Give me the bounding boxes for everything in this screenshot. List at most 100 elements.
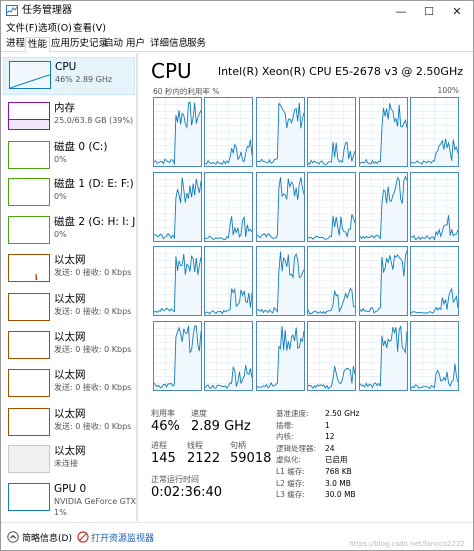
sidebar-thumbnail — [9, 61, 51, 89]
chevron-up-icon[interactable] — [7, 531, 19, 543]
logical-processor-graph — [358, 171, 408, 242]
tab-processes[interactable]: 进程 — [4, 37, 27, 52]
sidebar-divider — [137, 53, 138, 521]
util-label: 利用率 — [151, 409, 175, 418]
speed-value: 2.89 GHz — [191, 419, 251, 434]
sidebar-thumbnail — [8, 141, 50, 169]
sidebar-item[interactable]: CPU 46% 2.89 GHz — [3, 57, 135, 95]
spec-value: 3.0 MB — [325, 478, 351, 488]
sidebar-thumbnail — [8, 216, 50, 244]
spec-label: 虚拟化: — [276, 455, 302, 465]
logical-processor-graph — [358, 246, 408, 316]
logical-processor-graph — [358, 97, 408, 167]
sidebar-item[interactable]: 磁盘 2 (G: H: I: J:) 0% — [3, 213, 136, 251]
page-title: CPU — [151, 59, 192, 83]
tab-startup[interactable]: 启动 — [102, 37, 125, 52]
sidebar-item-value: 0% — [54, 230, 67, 239]
sidebar-item-label: 以太网 — [54, 408, 86, 420]
sidebar-thumbnail — [8, 254, 50, 282]
minimize-button[interactable]: — — [387, 1, 415, 21]
sidebar-item[interactable]: 磁盘 0 (C:) 0% — [3, 138, 135, 176]
sidebar-item-value: 0% — [54, 155, 67, 164]
handles-value: 59018 — [230, 451, 272, 466]
tab-details[interactable]: 详细信息 — [148, 37, 190, 52]
task-manager-window: 任务管理器 — ☐ ✕ 文件(F) 选项(O) 查看(V) 进程 性能 应用历史… — [0, 0, 474, 551]
logical-processor-graph — [204, 171, 254, 242]
sidebar-item[interactable]: 磁盘 1 (D: E: F:) 0% — [3, 175, 135, 213]
tab-bar: 进程 性能 应用历史记录 启动 用户 详细信息 服务 — [1, 37, 473, 53]
logical-processor-graph — [307, 320, 357, 391]
spec-value: 24 — [325, 443, 335, 453]
processes-label: 进程 — [151, 441, 167, 450]
spec-label: L2 缓存: — [276, 478, 305, 488]
maximize-button[interactable]: ☐ — [415, 1, 443, 21]
sidebar-item-label: 以太网 — [54, 293, 86, 305]
util-value: 46% — [151, 419, 180, 434]
tab-users[interactable]: 用户 — [124, 37, 147, 52]
util-axis-max: 100% — [437, 86, 459, 95]
sidebar-item-value: 发送: 0 接收: 0 Kbps — [54, 268, 132, 277]
sidebar-thumbnail — [8, 483, 50, 511]
sidebar-thumbnail — [8, 331, 50, 359]
sidebar-item-label: 磁盘 0 (C:) — [54, 141, 108, 153]
sidebar-item[interactable]: 以太网 发送: 0 接收: 0 Kbps — [3, 366, 135, 404]
spec-label: 逻辑处理器: — [276, 443, 317, 453]
logical-processor-graph — [307, 246, 357, 316]
logical-processor-graph — [358, 320, 408, 391]
spec-label: L1 缓存: — [276, 467, 305, 476]
menu-bar: 文件(F) 选项(O) 查看(V) — [1, 21, 473, 37]
sidebar-item[interactable]: GPU 0 NVIDIA GeForce GTX 1% — [3, 480, 136, 518]
logical-processor-graph — [153, 171, 202, 242]
logical-processor-graphs — [153, 97, 459, 391]
spec-label: 内核: — [276, 432, 294, 442]
sidebar-item-value: 发送: 0 接收: 0 Kbps — [54, 422, 132, 431]
tab-services[interactable]: 服务 — [185, 37, 208, 52]
tab-performance[interactable]: 性能 — [25, 37, 51, 53]
menu-options[interactable]: 选项(O) — [38, 21, 72, 37]
logical-processor-graph — [410, 320, 459, 391]
sidebar-item-value: 未连接 — [54, 459, 78, 468]
sidebar-item[interactable]: 以太网 发送: 0 接收: 0 Kbps — [3, 290, 135, 328]
sidebar-item[interactable]: 以太网发送: 0 接收: 0 Kbps — [3, 251, 135, 289]
threads-value: 2122 — [187, 451, 221, 466]
brief-info-link[interactable]: 简略信息(D) — [22, 531, 72, 544]
logical-processor-graph — [410, 246, 459, 316]
uptime-value: 0:02:36:40 — [151, 485, 223, 500]
close-button[interactable]: ✕ — [443, 1, 471, 21]
sidebar-item[interactable]: 以太网 发送: 0 接收: 0 Kbps — [3, 328, 135, 366]
cpu-model-name: Intel(R) Xeon(R) CPU E5-2678 v3 @ 2.50GH… — [217, 65, 463, 78]
sidebar-thumbnail — [8, 102, 50, 130]
resource-monitor-icon — [77, 531, 89, 543]
spec-value: 12 — [325, 432, 335, 442]
logical-processor-graph — [153, 320, 202, 391]
logical-processor-graph — [204, 320, 254, 391]
sidebar-thumbnail — [8, 178, 50, 206]
logical-processor-graph — [204, 246, 254, 316]
logical-processor-graph — [410, 171, 459, 242]
sidebar-item-label: 以太网 — [54, 445, 86, 457]
sidebar-item[interactable]: 以太网发送: 0 接收: 0 Kbps — [3, 405, 135, 443]
sidebar-item-label: 以太网 — [54, 254, 86, 266]
logical-processor-graph — [153, 246, 202, 316]
sidebar-item-value: 25.0/63.8 GB (39%) — [54, 116, 134, 125]
spec-label: 插槽: — [276, 420, 294, 430]
sidebar-item[interactable]: 以太网 未连接 — [3, 442, 135, 480]
sidebar-item[interactable]: 内存 25.0/63.8 GB (39%) — [3, 99, 135, 137]
footer-bar: 简略信息(D) 打开资源监视器 https://blog.csdn.net/fa… — [1, 522, 473, 550]
menu-view[interactable]: 查看(V) — [73, 21, 106, 37]
sidebar-thumbnail — [8, 408, 50, 436]
logical-processor-graph — [255, 320, 305, 391]
watermark: https://blog.csdn.net/fancco2222 — [349, 540, 465, 548]
spec-label: 基准速度: — [276, 409, 309, 418]
logical-processor-graph — [255, 246, 305, 316]
tab-app-history[interactable]: 应用历史记录 — [49, 37, 110, 52]
spec-label: L3 缓存: — [276, 490, 305, 500]
speed-label: 速度 — [191, 409, 207, 418]
sidebar-thumbnail — [8, 445, 50, 473]
util-axis-label: 60 秒内的利用率 % — [153, 87, 220, 96]
sidebar-item-label: 内存 — [54, 102, 75, 114]
open-resource-monitor-link[interactable]: 打开资源监视器 — [91, 531, 154, 544]
processes-value: 145 — [151, 451, 176, 466]
sidebar-item-value: 发送: 0 接收: 0 Kbps — [54, 345, 132, 354]
menu-file[interactable]: 文件(F) — [6, 21, 38, 37]
